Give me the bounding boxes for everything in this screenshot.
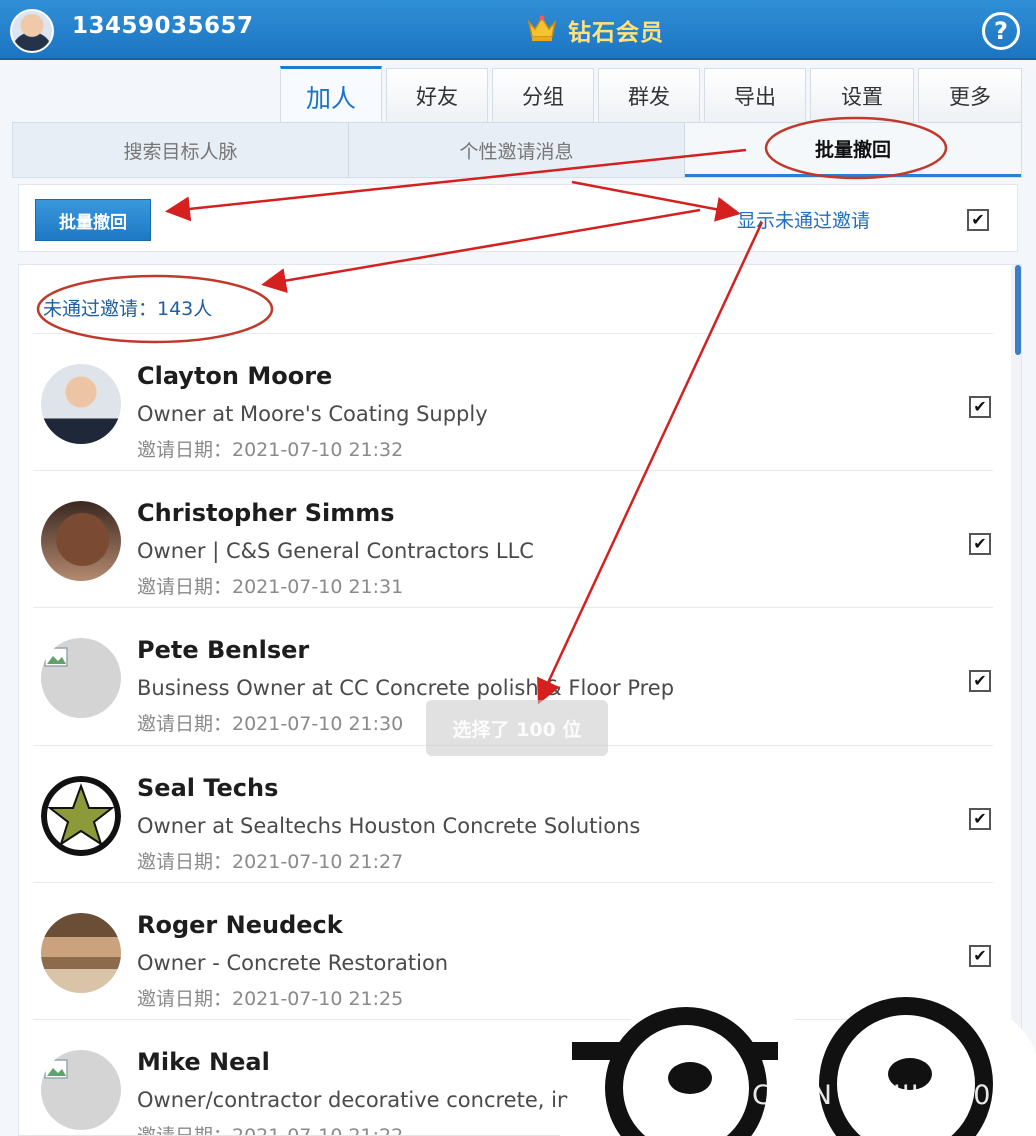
list-item[interactable]: Clayton Moore Owner at Moore's Coating S…: [33, 333, 993, 470]
subtab-batch-withdraw[interactable]: 批量撤回: [685, 123, 1021, 177]
contact-name: Seal Techs: [137, 774, 279, 802]
avatar-placeholder-icon: [41, 1050, 121, 1130]
list-item[interactable]: Seal Techs Owner at Sealtechs Houston Co…: [33, 745, 993, 882]
tab-groups[interactable]: 分组: [492, 68, 594, 122]
subtab-search-contacts[interactable]: 搜索目标人脉: [13, 123, 349, 177]
star-logo-icon: [41, 776, 121, 856]
scrollbar-thumb[interactable]: [1015, 265, 1021, 355]
contact-name: Clayton Moore: [137, 362, 333, 390]
help-icon[interactable]: ?: [982, 12, 1020, 50]
row-checkbox[interactable]: ✔: [969, 808, 991, 830]
watermark-text: CSDN @QIJIALE01: [752, 1080, 1010, 1111]
avatar: [41, 913, 121, 993]
contact-name: Roger Neudeck: [137, 911, 343, 939]
list-item[interactable]: Christopher Simms Owner | C&S General Co…: [33, 470, 993, 607]
row-checkbox[interactable]: ✔: [969, 396, 991, 418]
contact-title: Owner/contractor decorative concrete, in…: [137, 1088, 597, 1112]
invite-date: 邀请日期：2021-07-10 21:31: [137, 576, 404, 598]
pending-count: 未通过邀请：143人: [43, 298, 213, 320]
tab-friends[interactable]: 好友: [386, 68, 488, 122]
sub-tabs: 搜索目标人脉 个性邀请消息 批量撤回: [12, 122, 1022, 178]
contact-name: Christopher Simms: [137, 499, 395, 527]
contact-title: Owner at Moore's Coating Supply: [137, 402, 488, 426]
row-checkbox[interactable]: ✔: [969, 945, 991, 967]
invite-date: 邀请日期：2021-07-10 21:25: [137, 988, 404, 1010]
crown-icon: [527, 15, 557, 41]
avatar-placeholder-icon: [41, 638, 121, 718]
broken-image-icon: [44, 1059, 68, 1079]
contact-title: Owner | C&S General Contractors LLC: [137, 539, 534, 563]
batch-withdraw-button[interactable]: 批量撤回: [35, 199, 151, 241]
row-checkbox[interactable]: ✔: [969, 670, 991, 692]
membership-label: 钻石会员: [568, 20, 664, 46]
user-avatar[interactable]: [10, 9, 54, 53]
tab-more[interactable]: 更多: [918, 68, 1022, 122]
tab-settings[interactable]: 设置: [810, 68, 914, 122]
contact-title: Owner at Sealtechs Houston Concrete Solu…: [137, 814, 641, 838]
broken-image-icon: [44, 647, 68, 667]
selection-toast: 选择了 100 位: [426, 700, 608, 756]
invite-date: 邀请日期：2021-07-10 21:27: [137, 851, 404, 873]
avatar: [41, 501, 121, 581]
account-phone: 13459035657: [72, 13, 254, 39]
tab-export[interactable]: 导出: [704, 68, 806, 122]
row-checkbox[interactable]: ✔: [969, 533, 991, 555]
tab-bulk-message[interactable]: 群发: [598, 68, 700, 122]
tab-add-people[interactable]: 加人: [280, 66, 382, 124]
main-tabs: 加人 好友 分组 群发 导出 设置 更多: [0, 62, 1036, 124]
toolbar: 批量撤回 显示未通过邀请 ✔: [18, 184, 1018, 252]
invite-date: 邀请日期：2021-07-10 21:32: [137, 439, 404, 461]
subtab-custom-invite[interactable]: 个性邀请消息: [349, 123, 685, 177]
invite-date: 邀请日期：2021-07-10 21:30: [137, 713, 404, 735]
contact-title: Owner - Concrete Restoration: [137, 951, 449, 975]
contact-name: Pete Benlser: [137, 636, 310, 664]
avatar: [41, 364, 121, 444]
invite-date: 邀请日期：2021-07-10 21:22: [137, 1125, 404, 1136]
glasses-sticker-icon: [560, 996, 1036, 1136]
title-bar: 13459035657 钻石会员 ?: [0, 0, 1036, 60]
contact-name: Mike Neal: [137, 1048, 270, 1076]
show-pending-link[interactable]: 显示未通过邀请: [737, 206, 870, 233]
contact-title: Business Owner at CC Concrete polish & F…: [137, 676, 675, 700]
show-pending-checkbox[interactable]: ✔: [967, 209, 989, 231]
